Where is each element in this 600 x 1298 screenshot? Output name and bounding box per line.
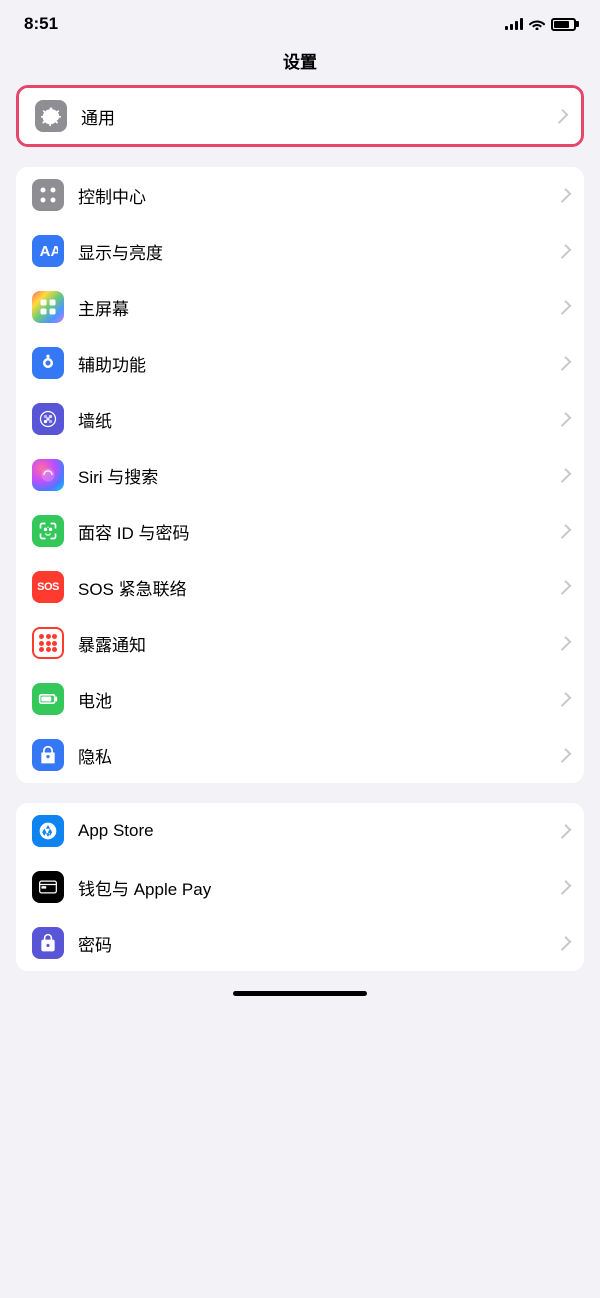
faceid-icon xyxy=(32,515,64,547)
general-chevron xyxy=(554,109,569,124)
settings-row-home-screen[interactable]: 主屏幕 xyxy=(16,279,584,335)
passwords-label: 密码 xyxy=(78,931,552,956)
wallet-chevron xyxy=(557,880,572,895)
signal-icon xyxy=(505,18,523,30)
settings-row-accessibility[interactable]: 辅助功能 xyxy=(16,335,584,391)
siri-icon xyxy=(32,459,64,491)
appstore-icon xyxy=(32,815,64,847)
status-icons xyxy=(505,18,576,31)
control-center-label: 控制中心 xyxy=(78,183,552,208)
passwords-chevron xyxy=(557,936,572,951)
settings-row-wallpaper[interactable]: 墙纸 xyxy=(16,391,584,447)
display-icon: AA xyxy=(32,235,64,267)
general-icon xyxy=(35,100,67,132)
accessibility-chevron xyxy=(557,356,572,371)
siri-label: Siri 与搜索 xyxy=(78,463,552,488)
settings-row-passwords[interactable]: 密码 xyxy=(16,915,584,971)
home-screen-label: 主屏幕 xyxy=(78,295,552,320)
sos-chevron xyxy=(557,580,572,595)
appstore-label: App Store xyxy=(78,821,552,841)
appstore-chevron xyxy=(557,824,572,839)
display-label: 显示与亮度 xyxy=(78,239,552,264)
svg-text:AA: AA xyxy=(40,243,58,260)
wallpaper-icon xyxy=(32,403,64,435)
status-time: 8:51 xyxy=(24,14,58,34)
display-chevron xyxy=(557,244,572,259)
exposure-chevron xyxy=(557,636,572,651)
battery-label: 电池 xyxy=(78,687,552,712)
wallpaper-chevron xyxy=(557,412,572,427)
exposure-icon xyxy=(32,627,64,659)
page-title: 设置 xyxy=(0,40,600,85)
control-center-chevron xyxy=(557,188,572,203)
status-bar: 8:51 xyxy=(0,0,600,40)
general-label: 通用 xyxy=(81,104,549,129)
settings-row-display[interactable]: AA 显示与亮度 xyxy=(16,223,584,279)
sos-icon: SOS xyxy=(32,571,64,603)
privacy-label: 隐私 xyxy=(78,743,552,768)
home-screen-chevron xyxy=(557,300,572,315)
settings-row-exposure[interactable]: 暴露通知 xyxy=(16,615,584,671)
settings-row-battery[interactable]: 电池 xyxy=(16,671,584,727)
wallet-icon xyxy=(32,871,64,903)
settings-row-control-center[interactable]: 控制中心 xyxy=(16,167,584,223)
battery-settings-icon xyxy=(32,683,64,715)
home-screen-icon xyxy=(32,291,64,323)
privacy-icon xyxy=(32,739,64,771)
wifi-icon xyxy=(529,18,545,30)
control-center-icon xyxy=(32,179,64,211)
battery-chevron xyxy=(557,692,572,707)
bottom-settings-group: App Store 钱包与 Apple Pay 密码 xyxy=(16,803,584,971)
settings-row-privacy[interactable]: 隐私 xyxy=(16,727,584,783)
accessibility-icon xyxy=(32,347,64,379)
settings-row-siri[interactable]: Siri 与搜索 xyxy=(16,447,584,503)
sos-label: SOS 紧急联络 xyxy=(78,575,552,600)
home-indicator xyxy=(233,991,367,996)
main-settings-group: 控制中心 AA 显示与亮度 主屏幕 xyxy=(16,167,584,783)
wallpaper-label: 墙纸 xyxy=(78,407,552,432)
battery-icon xyxy=(551,18,576,31)
faceid-chevron xyxy=(557,524,572,539)
settings-row-appstore[interactable]: App Store xyxy=(16,803,584,859)
highlighted-settings-group: 通用 xyxy=(16,85,584,147)
faceid-label: 面容 ID 与密码 xyxy=(78,519,552,544)
wallet-label: 钱包与 Apple Pay xyxy=(78,875,552,900)
siri-chevron xyxy=(557,468,572,483)
exposure-label: 暴露通知 xyxy=(78,631,552,656)
settings-row-wallet[interactable]: 钱包与 Apple Pay xyxy=(16,859,584,915)
accessibility-label: 辅助功能 xyxy=(78,351,552,376)
password-icon xyxy=(32,927,64,959)
settings-row-general[interactable]: 通用 xyxy=(19,88,581,144)
privacy-chevron xyxy=(557,748,572,763)
settings-row-faceid[interactable]: 面容 ID 与密码 xyxy=(16,503,584,559)
settings-row-sos[interactable]: SOS SOS 紧急联络 xyxy=(16,559,584,615)
